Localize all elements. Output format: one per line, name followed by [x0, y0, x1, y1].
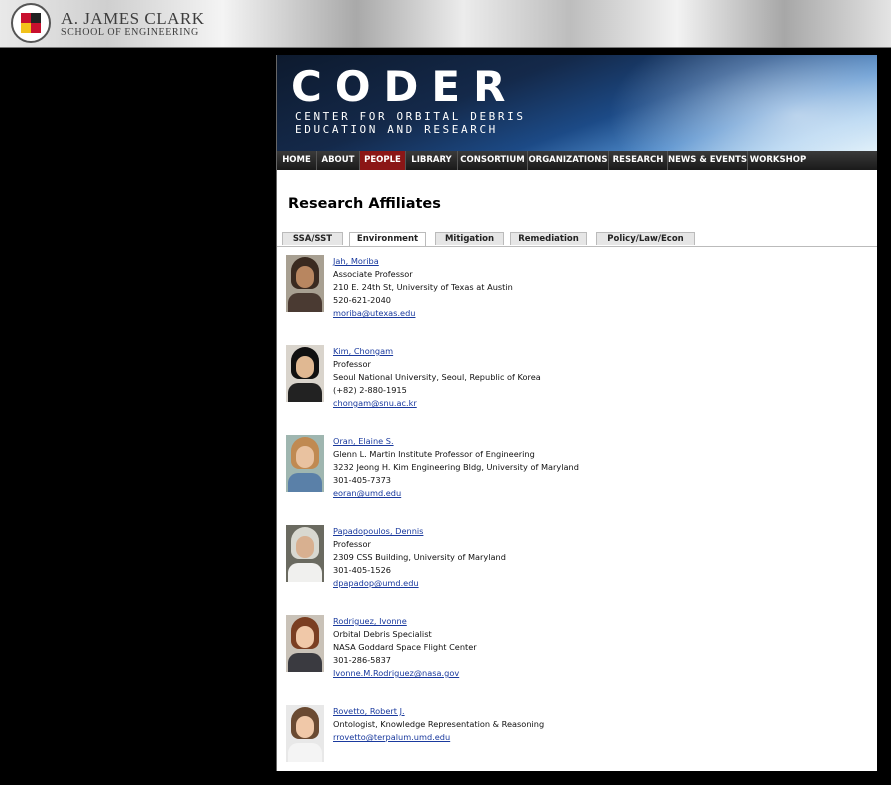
content-panel: CODER CENTER FOR ORBITAL DEBRIS EDUCATIO… — [276, 55, 877, 771]
coder-logo-subtitle-line2: EDUCATION AND RESEARCH — [295, 123, 498, 136]
person-title: Orbital Debris Specialist — [333, 629, 432, 639]
person-address: Seoul National University, Seoul, Republ… — [333, 372, 541, 382]
person-email-link[interactable]: moriba@utexas.edu — [333, 307, 513, 320]
tab-policy-law-econ[interactable]: Policy/Law/Econ — [596, 232, 695, 245]
nav-home[interactable]: HOME — [277, 151, 317, 170]
umd-seal-logo[interactable] — [11, 3, 51, 43]
person-photo — [286, 615, 324, 672]
tab-remediation[interactable]: Remediation — [510, 232, 587, 245]
person-title: Glenn L. Martin Institute Professor of E… — [333, 449, 535, 459]
person-name-link[interactable]: Rovetto, Robert J. — [333, 705, 544, 718]
person-title: Ontologist, Knowledge Representation & R… — [333, 719, 545, 729]
clark-school-header: A. JAMES CLARK SCHOOL OF ENGINEERING — [0, 0, 891, 48]
person-entry: Kim, Chongam Professor Seoul National Un… — [286, 345, 866, 425]
person-email-link[interactable]: eoran@umd.edu — [333, 487, 579, 500]
category-tabs: SSA/SST Environment Mitigation Remediati… — [277, 232, 877, 247]
person-email-link[interactable]: dpapadop@umd.edu — [333, 577, 506, 590]
person-address: 2309 CSS Building, University of Marylan… — [333, 552, 506, 562]
nav-people[interactable]: PEOPLE — [360, 151, 406, 170]
main-nav: HOME ABOUT PEOPLE LIBRARY CONSORTIUM ORG… — [277, 151, 877, 170]
person-title: Associate Professor — [333, 269, 413, 279]
coder-logo-title: CODER — [291, 62, 519, 111]
clark-school-subtitle[interactable]: SCHOOL OF ENGINEERING — [61, 27, 199, 38]
person-entry: Jah, Moriba Associate Professor 210 E. 2… — [286, 255, 866, 335]
person-entry: Oran, Elaine S. Glenn L. Martin Institut… — [286, 435, 866, 515]
person-photo — [286, 255, 324, 312]
person-phone: 301-405-7373 — [333, 475, 392, 485]
person-photo — [286, 705, 324, 762]
tab-mitigation[interactable]: Mitigation — [435, 232, 504, 245]
person-entry: Rodriguez, Ivonne Orbital Debris Special… — [286, 615, 866, 695]
person-email-link[interactable]: chongam@snu.ac.kr — [333, 397, 541, 410]
coder-logo-subtitle-line1: CENTER FOR ORBITAL DEBRIS — [295, 110, 526, 123]
person-name-link[interactable]: Papadopoulos, Dennis — [333, 525, 506, 538]
person-phone: (+82) 2-880-1915 — [333, 385, 407, 395]
coder-banner[interactable]: CODER CENTER FOR ORBITAL DEBRIS EDUCATIO… — [277, 55, 877, 151]
person-name-link[interactable]: Rodriguez, Ivonne — [333, 615, 477, 628]
person-title: Professor — [333, 359, 371, 369]
person-title: Professor — [333, 539, 371, 549]
person-phone: 520-621-2040 — [333, 295, 392, 305]
tab-environment[interactable]: Environment — [349, 232, 426, 246]
person-email-link[interactable]: Ivonne.M.Rodriguez@nasa.gov — [333, 667, 477, 680]
nav-library[interactable]: LIBRARY — [406, 151, 458, 170]
person-address: 3232 Jeong H. Kim Engineering Bldg, Univ… — [333, 462, 579, 472]
person-email-link[interactable]: rrovetto@terpalum.umd.edu — [333, 731, 544, 744]
nav-consortium[interactable]: CONSORTIUM — [458, 151, 528, 170]
person-phone: 301-405-1526 — [333, 565, 392, 575]
tab-ssa-sst[interactable]: SSA/SST — [282, 232, 343, 245]
person-entry: Rovetto, Robert J. Ontologist, Knowledge… — [286, 705, 866, 785]
person-photo — [286, 525, 324, 582]
person-phone: 301-286-5837 — [333, 655, 392, 665]
nav-news-events[interactable]: NEWS & EVENTS — [668, 151, 748, 170]
nav-about[interactable]: ABOUT — [317, 151, 360, 170]
person-address: 210 E. 24th St, University of Texas at A… — [333, 282, 513, 292]
person-photo — [286, 345, 324, 402]
page-title: Research Affiliates — [288, 196, 441, 212]
person-name-link[interactable]: Jah, Moriba — [333, 255, 513, 268]
person-address: NASA Goddard Space Flight Center — [333, 642, 477, 652]
person-photo — [286, 435, 324, 492]
person-name-link[interactable]: Kim, Chongam — [333, 345, 541, 358]
nav-workshop[interactable]: WORKSHOP — [748, 151, 808, 170]
nav-research[interactable]: RESEARCH — [609, 151, 668, 170]
clark-school-name[interactable]: A. JAMES CLARK — [61, 9, 205, 29]
person-entry: Papadopoulos, Dennis Professor 2309 CSS … — [286, 525, 866, 605]
person-name-link[interactable]: Oran, Elaine S. — [333, 435, 579, 448]
nav-organizations[interactable]: ORGANIZATIONS — [528, 151, 609, 170]
